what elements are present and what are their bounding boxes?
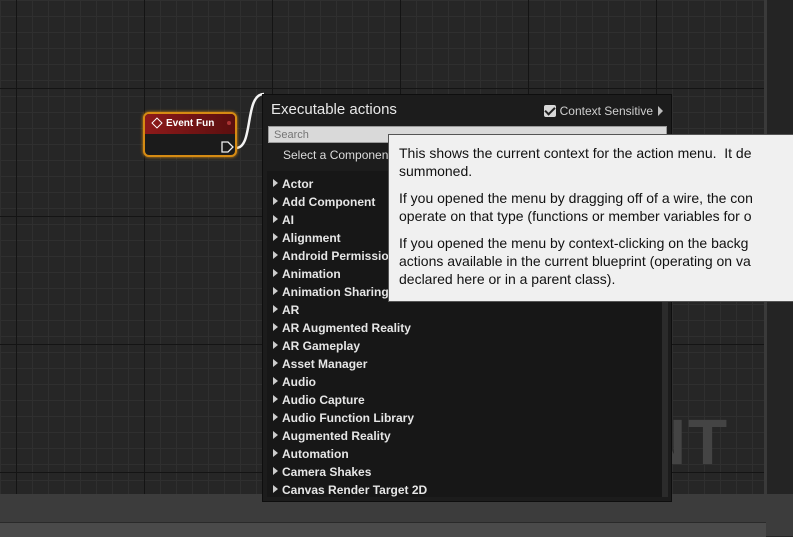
bottom-panel-strip — [0, 522, 766, 537]
expand-arrow-icon[interactable] — [273, 197, 278, 205]
action-category-label: Camera Shakes — [282, 465, 372, 479]
action-category-label: Canvas Render Target 2D — [282, 483, 428, 497]
action-category-item[interactable]: AR Augmented Reality — [273, 319, 411, 337]
expand-arrow-icon[interactable] — [273, 413, 278, 421]
context-sensitive-toggle[interactable]: Context Sensitive — [543, 104, 663, 118]
action-category-label: AI — [282, 213, 294, 227]
delegate-pin-icon[interactable] — [227, 121, 231, 125]
expand-arrow-icon[interactable] — [273, 215, 278, 223]
context-arrow-icon — [658, 106, 663, 116]
expand-arrow-icon[interactable] — [273, 431, 278, 439]
action-category-item[interactable]: Asset Manager — [273, 355, 367, 373]
action-category-label: Alignment — [282, 231, 341, 245]
event-icon — [151, 117, 163, 129]
action-category-item[interactable]: Audio Capture — [273, 391, 365, 409]
action-category-item[interactable]: Animation — [273, 265, 341, 283]
context-sensitive-checkbox[interactable] — [543, 105, 556, 117]
action-category-label: Android Permission — [282, 249, 397, 263]
action-category-item[interactable]: Automation — [273, 445, 349, 463]
action-category-item[interactable]: Audio Function Library — [273, 409, 414, 427]
context-sensitive-label: Context Sensitive — [559, 104, 653, 118]
action-category-item[interactable]: Android Permission — [273, 247, 396, 265]
expand-arrow-icon[interactable] — [273, 359, 278, 367]
action-category-item[interactable]: AR Gameplay — [273, 337, 360, 355]
expand-arrow-icon[interactable] — [273, 287, 278, 295]
action-category-label: Audio Capture — [282, 393, 365, 407]
expand-arrow-icon[interactable] — [273, 467, 278, 475]
event-node[interactable]: Event Fun — [143, 112, 237, 157]
event-node-header: Event Fun — [145, 114, 235, 134]
event-node-title: Event Fun — [166, 118, 215, 129]
expand-arrow-icon[interactable] — [273, 179, 278, 187]
action-category-item[interactable]: AI — [273, 211, 294, 229]
action-category-item[interactable]: AR — [273, 301, 299, 319]
expand-arrow-icon[interactable] — [273, 305, 278, 313]
expand-arrow-icon[interactable] — [273, 377, 278, 385]
expand-arrow-icon[interactable] — [273, 323, 278, 331]
action-category-item[interactable]: Animation Sharing — [273, 283, 389, 301]
action-category-label: Actor — [282, 177, 314, 191]
action-category-label: AR — [282, 303, 300, 317]
action-category-item[interactable]: Augmented Reality — [273, 427, 391, 445]
action-category-label: Animation Sharing — [282, 285, 389, 299]
tooltip-paragraph: This shows the current context for the a… — [399, 145, 752, 179]
action-category-item[interactable]: Audio — [273, 373, 316, 391]
menu-title: Executable actions — [271, 101, 397, 118]
expand-arrow-icon[interactable] — [273, 233, 278, 241]
action-category-label: Audio — [282, 375, 316, 389]
exec-output-pin-icon[interactable] — [221, 141, 235, 153]
action-category-label: Animation — [282, 267, 341, 281]
action-category-label: Audio Function Library — [282, 411, 414, 425]
action-category-item[interactable]: Canvas Render Target 2D — [273, 481, 427, 499]
tooltip-paragraph: If you opened the menu by context-clicki… — [399, 235, 751, 287]
tooltip-paragraph: If you opened the menu by dragging off o… — [399, 190, 753, 224]
action-category-label: Augmented Reality — [282, 429, 391, 443]
action-category-label: Asset Manager — [282, 357, 368, 371]
action-category-item[interactable]: Actor — [273, 175, 313, 193]
action-category-item[interactable]: Alignment — [273, 229, 341, 247]
action-category-label: Automation — [282, 447, 349, 461]
expand-arrow-icon[interactable] — [273, 485, 278, 493]
expand-arrow-icon[interactable] — [273, 251, 278, 259]
expand-arrow-icon[interactable] — [273, 449, 278, 457]
action-category-label: AR Augmented Reality — [282, 321, 411, 335]
select-component-label: Select a Componen — [283, 148, 389, 162]
expand-arrow-icon[interactable] — [273, 341, 278, 349]
expand-arrow-icon[interactable] — [273, 395, 278, 403]
action-category-item[interactable]: Add Component — [273, 193, 375, 211]
action-category-label: AR Gameplay — [282, 339, 361, 353]
expand-arrow-icon[interactable] — [273, 269, 278, 277]
action-category-item[interactable]: Camera Shakes — [273, 463, 371, 481]
action-category-label: Add Component — [282, 195, 376, 209]
context-tooltip: This shows the current context for the a… — [388, 134, 793, 302]
